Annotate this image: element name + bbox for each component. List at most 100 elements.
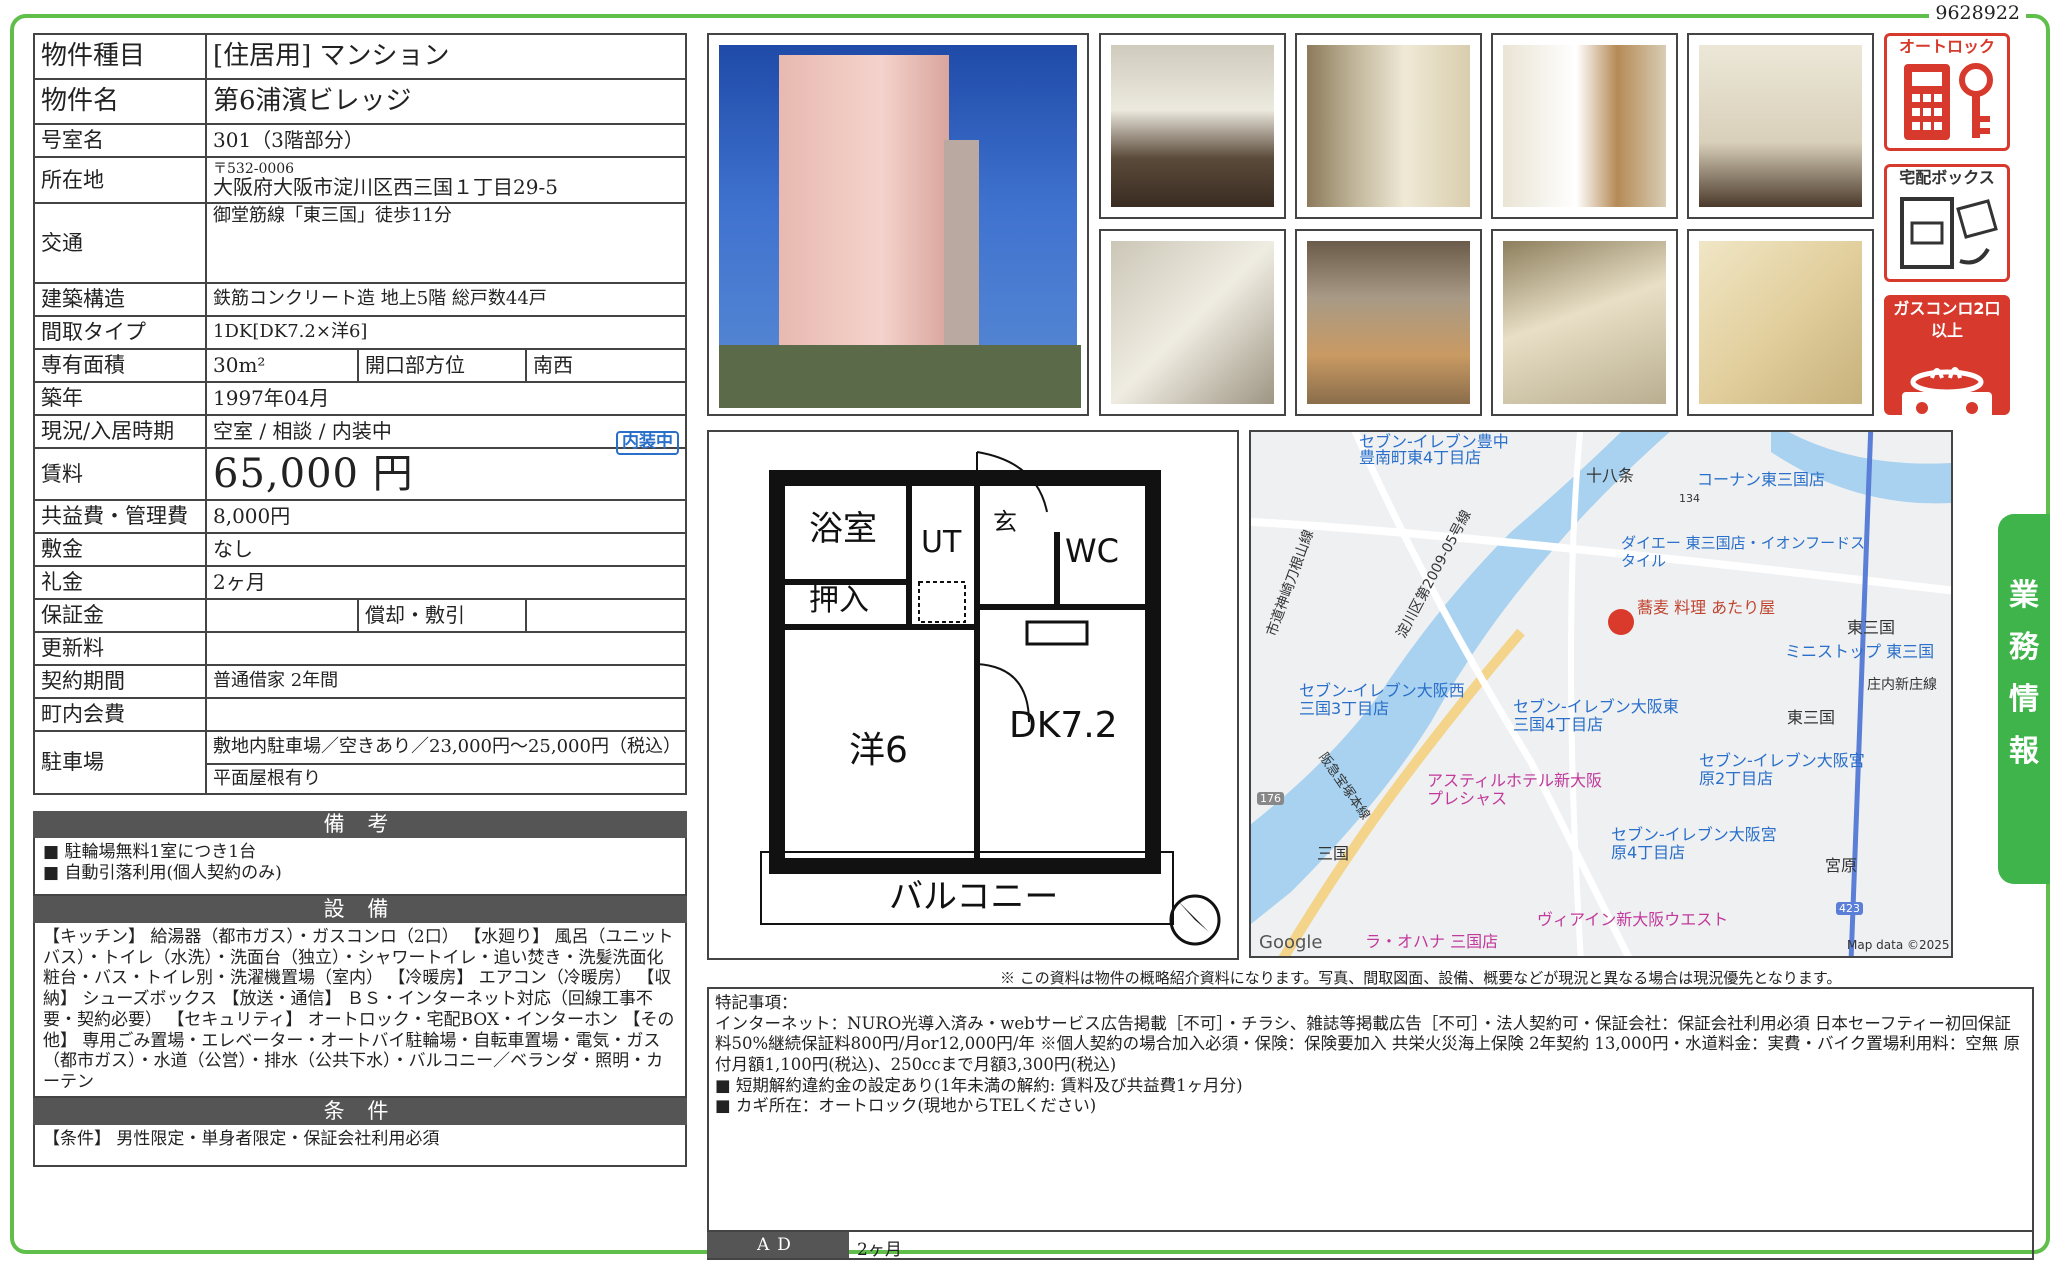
equipment-header: 設 備 [33, 896, 687, 923]
property-table: 物件種目 [住居用] マンション 物件名 第6浦濱ビレッジ 号室名 301（3階部分）… [33, 33, 687, 795]
room-photo [1099, 33, 1286, 219]
gas-stove-label: ガスコンロ2口以上 [1893, 299, 2001, 340]
map-label: ダイエー 東三国店・イオンフードスタイル [1621, 534, 1866, 570]
type-label: 物件種目 [33, 33, 207, 80]
status-label: 現況/入居時期 [33, 414, 207, 449]
map-label: 176 [1257, 792, 1284, 805]
structure-label: 建築構造 [33, 282, 207, 317]
transit-value: 御堂筋線「東三国」徒歩11分 [205, 202, 687, 284]
delivery-box-icon: 宅配ボックス [1884, 164, 2010, 282]
location-map: セブン-イレブン豊中 豊南町東4丁目店 十八条 コーナン東三国店 134 ダイエ… [1249, 430, 1953, 958]
floor-plan: 浴室 UT 玄 WC 押入 洋6 DK7.2 バルコニー [707, 430, 1239, 960]
town-fee-label: 町内会費 [33, 697, 207, 732]
map-label: セブン-イレブン大阪東三国4丁目店 [1513, 697, 1679, 734]
room-photo [1295, 33, 1482, 219]
map-attribution: Map data ©2025 [1847, 938, 1950, 952]
map-label: 東三国 [1787, 708, 1836, 727]
map-label: セブン-イレブン大阪宮原2丁目店 [1699, 751, 1865, 788]
key-money-label: 礼金 [33, 565, 207, 600]
parking-value: 敷地内駐車場／空きあり／23,000円〜25,000円（税込） [205, 730, 687, 765]
remarks-box: ■ 駐輪場無料1室につき1台 ■ 自動引落利用(個人契約のみ) [33, 838, 687, 896]
built-label: 築年 [33, 381, 207, 416]
town-fee-value [205, 697, 687, 732]
business-info-tab[interactable]: 業務情報 [1998, 514, 2050, 884]
ad-row: AD 2ヶ月 [707, 1230, 2034, 1260]
document-id: 9628922 [1929, 2, 2026, 24]
property-pin-icon [1608, 609, 1634, 635]
special-title: 特記事項： [715, 993, 798, 1012]
plan-balcony-label: バルコニー [889, 877, 1058, 917]
autolock-icon: オートロック [1884, 33, 2010, 151]
guarantee-value [205, 598, 359, 633]
google-logo: Google [1259, 932, 1323, 953]
map-label: ラ・オハナ 三国店 [1365, 932, 1499, 951]
postal-code: 〒532-0006 [213, 160, 295, 177]
orientation-value: 南西 [525, 348, 687, 383]
plan-entrance-label: 玄 [993, 508, 1017, 536]
washroom-photo [1491, 229, 1678, 416]
conditions-text: 【条件】 男性限定・単身者限定・保証会社利用必須 [33, 1125, 687, 1167]
side-tab-label: 業務情報 [2009, 578, 2039, 769]
map-label: アスティルホテル新大阪 プレシャス [1427, 771, 1603, 808]
autolock-label: オートロック [1898, 37, 1995, 56]
ad-value: 2ヶ月 [857, 1240, 902, 1260]
type-value: [住居用] マンション [205, 33, 687, 80]
rent-value: 65,000 円 [213, 451, 414, 497]
status-value: 空室 / 相談 / 内装中 [205, 414, 687, 449]
equipment-text: 【キッチン】 給湯器（都市ガス）・ガスコンロ（2口） 【水廻り】 風呂（ユニット… [33, 923, 687, 1098]
map-label: ミニストップ 東三国 [1785, 642, 1935, 661]
layout-value: 1DK[DK7.2×洋6] [205, 315, 687, 350]
map-label: 134 [1679, 492, 1700, 505]
building-photo [707, 33, 1089, 416]
map-label: 庄内新庄線 [1867, 677, 1937, 693]
layout-label: 間取タイプ [33, 315, 207, 350]
map-label: 十八条 [1586, 466, 1635, 485]
plan-bath-label: 浴室 [809, 509, 877, 549]
map-label: 宮原 [1825, 856, 1858, 875]
kitchen-photo [1295, 229, 1482, 416]
plan-closet-label: 押入 [809, 583, 869, 618]
plan-western-label: 洋6 [849, 730, 908, 771]
area-label: 専有面積 [33, 348, 207, 383]
special-line: インターネット：NURO光導入済み・webサービス広告掲載［不可］・チラシ、雑誌… [715, 1013, 2020, 1074]
room-photo [1491, 33, 1678, 219]
plan-ut-label: UT [921, 525, 962, 560]
parking-roof: 平面屋根有り [205, 763, 687, 795]
remarks-header: 備 考 [33, 811, 687, 838]
amort-value [525, 598, 687, 633]
deposit-label: 敷金 [33, 532, 207, 567]
gas-stove-icon: ガスコンロ2口以上 [1884, 295, 2010, 422]
conditions-header: 条 件 [33, 1098, 687, 1125]
map-label: コーナン東三国店 [1697, 470, 1826, 489]
remark-line: ■ 駐輪場無料1室につき1台 [43, 842, 257, 862]
map-label: セブン-イレブン大阪宮原4丁目店 [1611, 825, 1777, 862]
room-value: 301（3階部分） [205, 123, 687, 158]
contract-value: 普通借家 2年間 [205, 664, 687, 699]
map-label: 三国 [1317, 844, 1350, 863]
built-value: 1997年04月 [205, 381, 687, 416]
transit-label: 交通 [33, 202, 207, 284]
map-label: 東三国 [1847, 618, 1896, 637]
area-value: 30m² [205, 348, 359, 383]
map-label: 蕎麦 料理 あたり屋 [1637, 598, 1776, 617]
fee-label: 共益費・管理費 [33, 499, 207, 534]
name-value: 第6浦濱ビレッジ [205, 78, 687, 125]
parking-label: 駐車場 [33, 730, 207, 795]
remark-line: ■ 自動引落利用(個人契約のみ) [43, 862, 282, 883]
special-notes: 特記事項： インターネット：NURO光導入済み・webサービス広告掲載［不可］・… [707, 987, 2034, 1260]
key-money-value: 2ヶ月 [205, 565, 687, 600]
name-label: 物件名 [33, 78, 207, 125]
disclaimer-note: ※ この資料は物件の概略紹介資料になります。写真、間取図面、設備、概要などが現況… [1000, 969, 1842, 987]
map-label: ヴィアイン新大阪ウエスト [1537, 910, 1729, 929]
address-label: 所在地 [33, 156, 207, 204]
map-label: 豊南町東4丁目店 [1359, 448, 1482, 467]
room-label: 号室名 [33, 123, 207, 158]
rent-label: 賃料 [33, 447, 207, 501]
special-line: ■ カギ所在：オートロック(現地からTELください) [715, 1096, 1097, 1116]
plan-wc-label: WC [1065, 532, 1119, 570]
guarantee-label: 保証金 [33, 598, 207, 633]
address-value: 大阪府大阪市淀川区西三国１丁目29-5 [213, 174, 558, 199]
special-line: ■ 短期解約違約金の設定あり(1年未満の解約: 賃料及び共益費1ヶ月分) [715, 1075, 1243, 1095]
map-label: 423 [1836, 902, 1863, 915]
structure-value: 鉄筋コンクリート造 地上5階 総戸数44戸 [205, 282, 687, 317]
